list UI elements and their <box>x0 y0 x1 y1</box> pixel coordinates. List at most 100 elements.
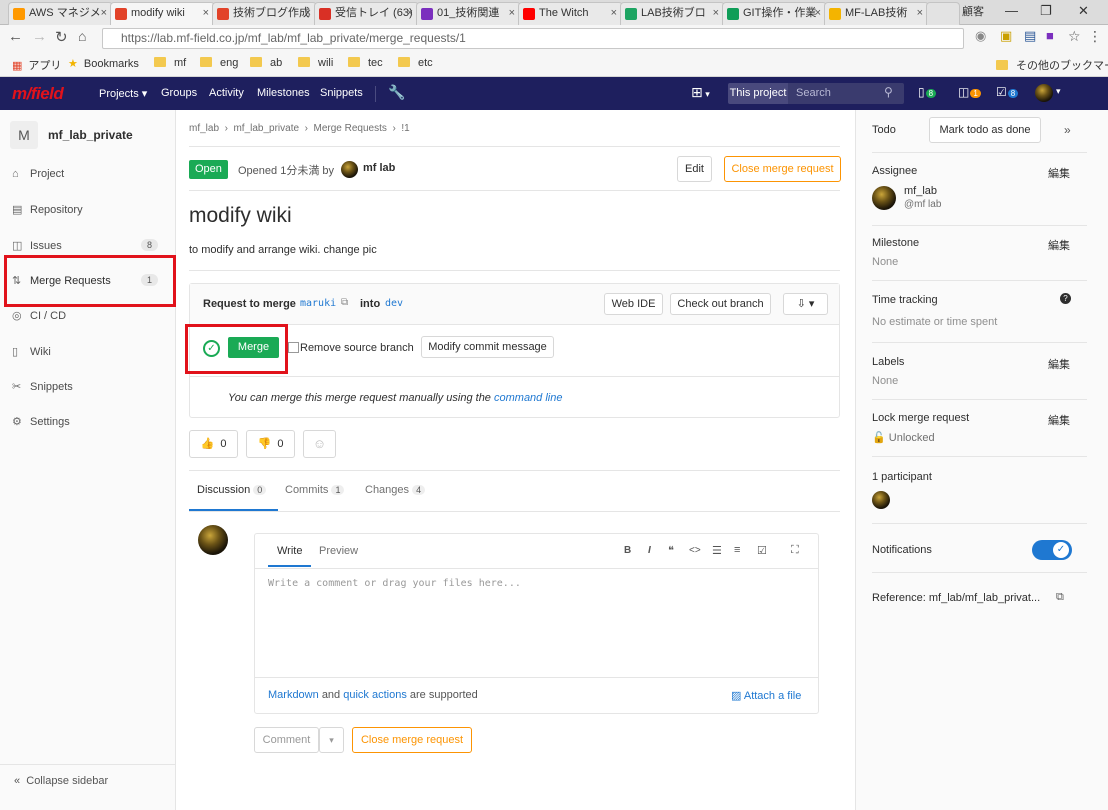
milestone-edit-link[interactable]: 編集 <box>1048 237 1070 253</box>
bookmark-item[interactable]: mf <box>154 57 186 69</box>
reload-icon[interactable]: ↻ <box>55 28 68 46</box>
breadcrumb-item[interactable]: mf_lab_private <box>233 123 299 134</box>
close-tab-icon[interactable]: × <box>101 3 107 24</box>
close-tab-icon[interactable]: × <box>407 3 413 24</box>
tab-preview[interactable]: Preview <box>319 545 358 557</box>
quote-icon[interactable]: ❝ <box>668 544 674 557</box>
bold-icon[interactable]: B <box>624 545 631 556</box>
thumbs-down-button[interactable]: 👎 0 <box>246 430 295 458</box>
collapse-right-icon[interactable]: » <box>1064 123 1071 137</box>
onenote-icon[interactable]: ■ <box>1046 28 1054 43</box>
clipboard-icon[interactable]: ▤ <box>1024 28 1036 44</box>
sidebar-item-issues[interactable]: ◫ Issues 8 <box>12 238 172 252</box>
browser-tab[interactable]: AWS マネジメ × <box>8 2 113 25</box>
browser-tab[interactable]: LAB技術ブロ × <box>620 2 725 25</box>
profile-label[interactable]: 顧客 <box>962 3 984 19</box>
bookmark-item[interactable]: ab <box>250 57 282 69</box>
add-emoji-icon[interactable]: ☺ <box>303 430 336 458</box>
breadcrumb-item[interactable]: !1 <box>401 123 409 134</box>
collapse-sidebar-button[interactable]: « Collapse sidebar <box>14 775 108 787</box>
copy-reference-icon[interactable]: ⧉ <box>1056 591 1064 604</box>
nav-groups[interactable]: Groups <box>161 87 197 99</box>
close-window-icon[interactable]: ✕ <box>1078 3 1089 19</box>
wrench-icon[interactable]: 🔧 <box>388 84 405 101</box>
labels-edit-link[interactable]: 編集 <box>1048 356 1070 372</box>
issues-nav-icon[interactable]: ◫ 1 <box>958 85 981 99</box>
thumbs-up-button[interactable]: 👍 0 <box>189 430 238 458</box>
download-dropdown[interactable]: ⇩ ▾ <box>783 293 828 315</box>
bookmark-item[interactable]: tec <box>348 57 383 69</box>
bookmark-item[interactable]: ★ Bookmarks <box>68 57 139 70</box>
browser-tab[interactable]: GIT操作・作業 × <box>722 2 827 25</box>
this-project-label[interactable]: This project <box>728 83 788 104</box>
mrs-icon[interactable]: ☑ 8 <box>996 85 1019 99</box>
project-name[interactable]: mf_lab_private <box>48 128 133 142</box>
nav-projects[interactable]: Projects ▾ <box>99 87 147 100</box>
tab-changes[interactable]: Changes 4 <box>365 484 426 496</box>
sidebar-item-ci-cd[interactable]: ◎ CI / CD <box>12 309 172 322</box>
sidebar-item-wiki[interactable]: ▯ Wiki <box>12 345 172 358</box>
notifications-toggle[interactable]: ✓ <box>1032 540 1072 560</box>
bookmark-item[interactable]: ▦ アプリ <box>12 57 61 73</box>
breadcrumb-item[interactable]: Merge Requests <box>314 123 387 134</box>
task-list-icon[interactable]: ☑ <box>757 544 767 557</box>
tab-commits[interactable]: Commits 1 <box>285 484 345 496</box>
check-out-branch-button[interactable]: Check out branch <box>670 293 771 315</box>
remove-source-label[interactable]: Remove source branch <box>300 342 414 354</box>
target-branch[interactable]: dev <box>385 298 403 309</box>
close-tab-icon[interactable]: × <box>305 3 311 24</box>
other-bookmarks[interactable]: その他のブックマーク <box>996 57 1108 73</box>
help-icon[interactable]: ? <box>1060 293 1071 304</box>
bookmark-item[interactable]: etc <box>398 57 433 69</box>
close-tab-icon[interactable]: × <box>815 3 821 24</box>
mark-todo-done-button[interactable]: Mark todo as done <box>929 117 1041 143</box>
close-tab-icon[interactable]: × <box>611 3 617 24</box>
nav-activity[interactable]: Activity <box>209 87 244 99</box>
sidebar-item-settings[interactable]: ⚙ Settings <box>12 415 172 428</box>
author-name[interactable]: mf lab <box>363 162 395 174</box>
close-tab-icon[interactable]: × <box>203 3 209 24</box>
fullscreen-icon[interactable]: ⛶ <box>791 544 799 557</box>
web-ide-button[interactable]: Web IDE <box>604 293 663 315</box>
close-merge-request-bottom-button[interactable]: Close merge request <box>352 727 472 753</box>
star-icon[interactable]: ☆ <box>1068 28 1081 45</box>
chevron-down-icon[interactable]: ▾ <box>1056 86 1061 97</box>
notes-icon[interactable]: ▣ <box>1000 28 1012 44</box>
minimize-icon[interactable]: — <box>1005 3 1018 18</box>
source-branch[interactable]: maruki <box>300 298 336 309</box>
code-icon[interactable]: <> <box>689 545 701 556</box>
quick-actions-link[interactable]: quick actions <box>343 689 407 701</box>
forward-icon[interactable]: → <box>32 28 47 45</box>
tab-write[interactable]: Write <box>277 545 302 557</box>
browser-tab[interactable]: 01_技術関連 × <box>416 2 521 25</box>
numbered-list-icon[interactable]: ≡ <box>734 544 740 556</box>
command-line-link[interactable]: command line <box>494 392 562 404</box>
close-tab-icon[interactable]: × <box>713 3 719 24</box>
comment-dropdown-icon[interactable]: ▾ <box>319 727 344 753</box>
project-avatar[interactable]: M <box>10 121 38 149</box>
sidebar-item-snippets[interactable]: ✂ Snippets <box>12 380 172 393</box>
browser-tab[interactable]: MF-LAB技術 × <box>824 2 929 25</box>
plus-icon[interactable]: ⊞ ▾ <box>691 84 710 101</box>
browser-tab[interactable]: The Witch × <box>518 2 623 25</box>
edit-button[interactable]: Edit <box>677 156 712 182</box>
url-field[interactable]: https://lab.mf-field.co.jp/mf_lab/mf_lab… <box>102 28 964 49</box>
bookmark-item[interactable]: wili <box>298 57 333 69</box>
author-avatar[interactable] <box>341 161 358 178</box>
remove-source-checkbox[interactable] <box>288 342 299 353</box>
comment-button[interactable]: Comment <box>254 727 319 753</box>
nav-milestones[interactable]: Milestones <box>257 87 310 99</box>
bookmark-item[interactable]: eng <box>200 57 238 69</box>
browser-tab[interactable]: modify wiki × <box>110 2 215 26</box>
tab-discussion[interactable]: Discussion 0 <box>197 484 267 496</box>
assignee-name[interactable]: mf_lab <box>904 185 937 197</box>
copy-branch-icon[interactable]: ⧉ <box>341 297 348 308</box>
nav-snippets[interactable]: Snippets <box>320 87 363 99</box>
assignee-avatar[interactable] <box>872 186 896 210</box>
menu-icon[interactable]: ⋮ <box>1088 28 1102 45</box>
home-icon[interactable]: ⌂ <box>78 28 86 44</box>
participant-avatar[interactable] <box>872 491 890 509</box>
breadcrumb-item[interactable]: mf_lab <box>189 123 219 134</box>
sidebar-item-repository[interactable]: ▤ Repository <box>12 203 172 216</box>
markdown-link[interactable]: Markdown <box>268 689 319 701</box>
